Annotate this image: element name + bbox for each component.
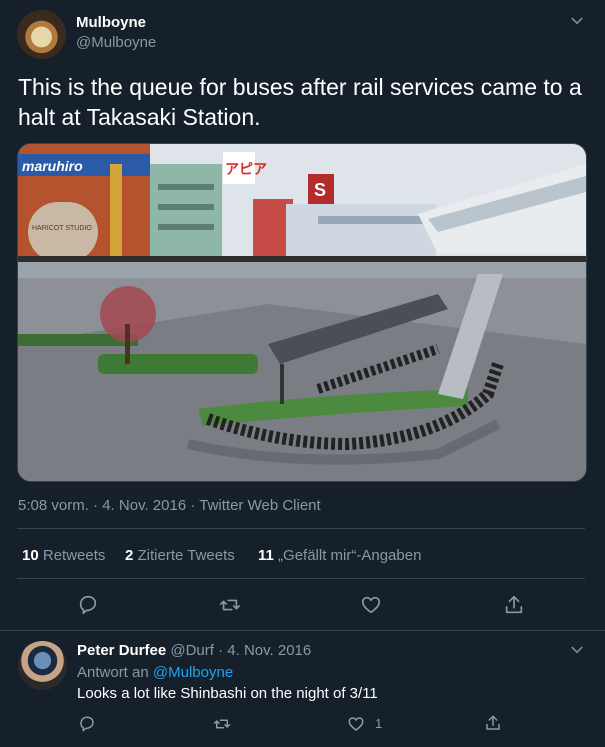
reply-icon[interactable]	[77, 594, 101, 618]
likes-stat[interactable]: 11 „Gefällt mir“-Angaben	[258, 547, 421, 564]
sign-haricot: HARICOT STUDIO	[32, 225, 92, 232]
sign-kanji: アピア	[225, 162, 267, 178]
retweet-icon[interactable]	[218, 594, 242, 618]
divider	[17, 578, 585, 579]
reply-to-handle-link[interactable]: @Mulboyne	[153, 664, 233, 681]
retweets-stat[interactable]: 10 Retweets	[22, 547, 105, 564]
quotes-label: Zitierte Tweets	[137, 547, 235, 564]
retweets-count: 10	[22, 547, 39, 564]
reply-author-name[interactable]: Peter Durfee	[77, 642, 166, 659]
chevron-down-icon[interactable]	[568, 12, 586, 30]
like-icon[interactable]	[360, 594, 384, 618]
author-handle[interactable]: @Mulboyne	[76, 34, 156, 51]
reply-header: Peter Durfee @Durf · 4. Nov. 2016	[77, 642, 312, 659]
reply-to-line: Antwort an @Mulboyne	[77, 664, 233, 681]
tweet-photo[interactable]: maruhiro HARICOT STUDIO アピア S	[17, 143, 587, 482]
tweet-date[interactable]: 4. Nov. 2016	[102, 497, 186, 514]
divider	[0, 630, 605, 631]
reply-icon[interactable]	[78, 715, 96, 733]
retweets-label: Retweets	[42, 547, 106, 564]
tweet-time[interactable]: 5:08 vorm.	[18, 497, 89, 514]
reply-to-prefix: Antwort an	[77, 664, 149, 681]
tweet-text: This is the queue for buses after rail s…	[18, 74, 582, 130]
author-avatar[interactable]	[17, 10, 66, 59]
share-icon[interactable]	[484, 714, 502, 732]
divider	[17, 528, 585, 529]
reply-text: Looks a lot like Shinbashi on the night …	[77, 685, 378, 702]
reply-date[interactable]: 4. Nov. 2016	[227, 642, 311, 659]
reply-like-count: 1	[375, 716, 383, 731]
author-name[interactable]: Mulboyne	[76, 14, 146, 31]
likes-count: 11	[258, 547, 274, 564]
likes-label: „Gefällt mir“-Angaben	[278, 547, 422, 564]
sign-maruhiro: maruhiro	[22, 158, 83, 174]
share-icon[interactable]	[503, 594, 527, 618]
quotes-stat[interactable]: 2 Zitierte Tweets	[125, 547, 235, 564]
sign-s: S	[314, 180, 326, 200]
tweet-client: Twitter Web Client	[199, 497, 321, 514]
reply-author-avatar[interactable]	[18, 641, 67, 690]
like-icon[interactable]	[347, 715, 365, 733]
quotes-count: 2	[125, 547, 134, 564]
chevron-down-icon[interactable]	[568, 641, 586, 659]
reply-author-handle[interactable]: @Durf	[170, 642, 214, 659]
retweet-icon[interactable]	[212, 715, 231, 733]
tweet-meta: 5:08 vorm. · 4. Nov. 2016 · Twitter Web …	[18, 497, 321, 514]
